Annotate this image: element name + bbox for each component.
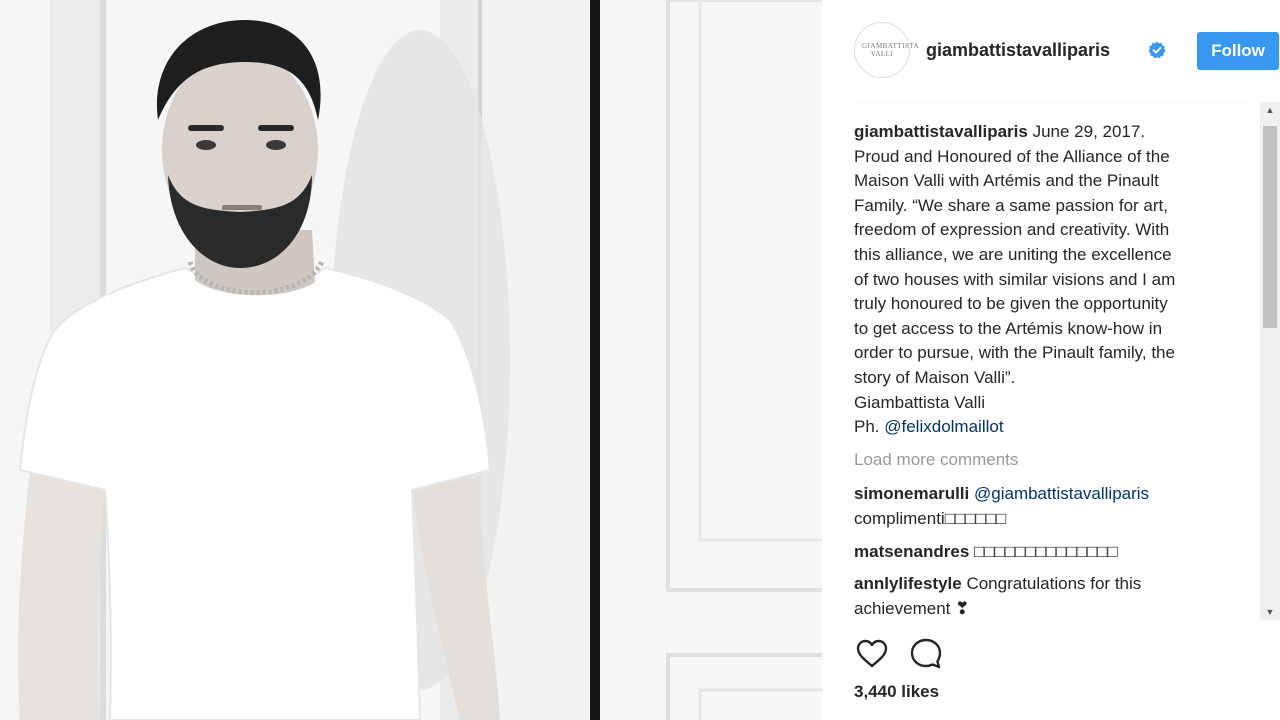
header-username[interactable]: giambattistavalliparis bbox=[926, 40, 1110, 61]
caption-line: story of Maison Valli”. bbox=[854, 367, 1016, 387]
likes-count[interactable]: 3,440 likes bbox=[854, 682, 939, 702]
post-caption: giambattistavalliparis June 29, 2017. Pr… bbox=[854, 120, 1234, 440]
scrollbar-thumb[interactable] bbox=[1263, 126, 1277, 328]
caption-date: June 29, 2017. bbox=[1027, 122, 1146, 141]
caption-line: Maison Valli with Artémis and the Pinaul… bbox=[854, 171, 1159, 191]
post-photo[interactable] bbox=[0, 0, 822, 720]
photo-credit: Ph. @felixdolmaillot bbox=[854, 415, 1234, 440]
caption-line: order to pursue, with the Pinault family… bbox=[854, 343, 1175, 363]
comments-scrollbar[interactable]: ▲ ▼ bbox=[1260, 102, 1280, 620]
caption-line: of two houses with similar visions and I… bbox=[854, 269, 1176, 289]
photo-credit-prefix: Ph. bbox=[854, 417, 885, 437]
comment-item: matsenandres □□□□□□□□□□□□□□ bbox=[854, 540, 1234, 565]
caption-line: truly honoured to be given the opportuni… bbox=[854, 294, 1168, 314]
caption-username[interactable]: giambattistavalliparis bbox=[854, 122, 1028, 141]
caption-line: to get access to the Artémis know-how in bbox=[854, 318, 1163, 338]
avatar[interactable]: GIAMBATTISTA VALLI bbox=[854, 22, 920, 78]
post-side-panel: GIAMBATTISTA VALLI giambattistavallipari… bbox=[822, 0, 1280, 720]
verified-badge-icon bbox=[1148, 41, 1166, 59]
comments-list[interactable]: giambattistavalliparis June 29, 2017. Pr… bbox=[854, 120, 1254, 626]
caption-line: Family. “We share a same passion for art… bbox=[854, 195, 1168, 215]
photo-credit-link[interactable]: @felixdolmaillot bbox=[884, 417, 1003, 436]
comment-text: □□□□□□□□□□□□□□ bbox=[974, 541, 1118, 561]
scroll-up-arrow-icon[interactable]: ▲ bbox=[1260, 102, 1280, 118]
post-actions bbox=[854, 636, 1054, 672]
caption-line: Giambattista Valli bbox=[854, 392, 986, 412]
comment-item: simonemarulli @giambattistavalliparis co… bbox=[854, 482, 1234, 531]
comment-username[interactable]: simonemarulli bbox=[854, 484, 969, 503]
caption-line: freedom of expression and creativity. Wi… bbox=[854, 220, 1170, 240]
follow-button[interactable]: Follow bbox=[1197, 32, 1279, 70]
comment-icon[interactable] bbox=[908, 636, 944, 672]
heart-icon[interactable] bbox=[854, 636, 890, 672]
load-more-comments-link[interactable]: Load more comments bbox=[854, 448, 1254, 473]
post-header: GIAMBATTISTA VALLI giambattistavallipari… bbox=[854, 18, 1279, 84]
caption-line-0: giambattistavalliparis June 29, 2017. bbox=[854, 120, 1234, 145]
comment-text: complimenti□□□□□□ bbox=[854, 508, 1007, 528]
portrait-illustration bbox=[0, 0, 822, 720]
scroll-down-arrow-icon[interactable]: ▼ bbox=[1260, 604, 1280, 620]
comment-mention[interactable]: @giambattistavalliparis bbox=[974, 484, 1149, 503]
comment-username[interactable]: annlylifestyle bbox=[854, 574, 962, 593]
comment-item: annlylifestyle Congratulations for this … bbox=[854, 572, 1234, 621]
header-divider bbox=[854, 102, 1248, 103]
avatar-logo: GIAMBATTISTA VALLI bbox=[862, 42, 920, 58]
caption-line: Proud and Honoured of the Alliance of th… bbox=[854, 146, 1170, 166]
caption-line: this alliance, we are uniting the excell… bbox=[854, 244, 1172, 264]
comment-username[interactable]: matsenandres bbox=[854, 542, 969, 561]
